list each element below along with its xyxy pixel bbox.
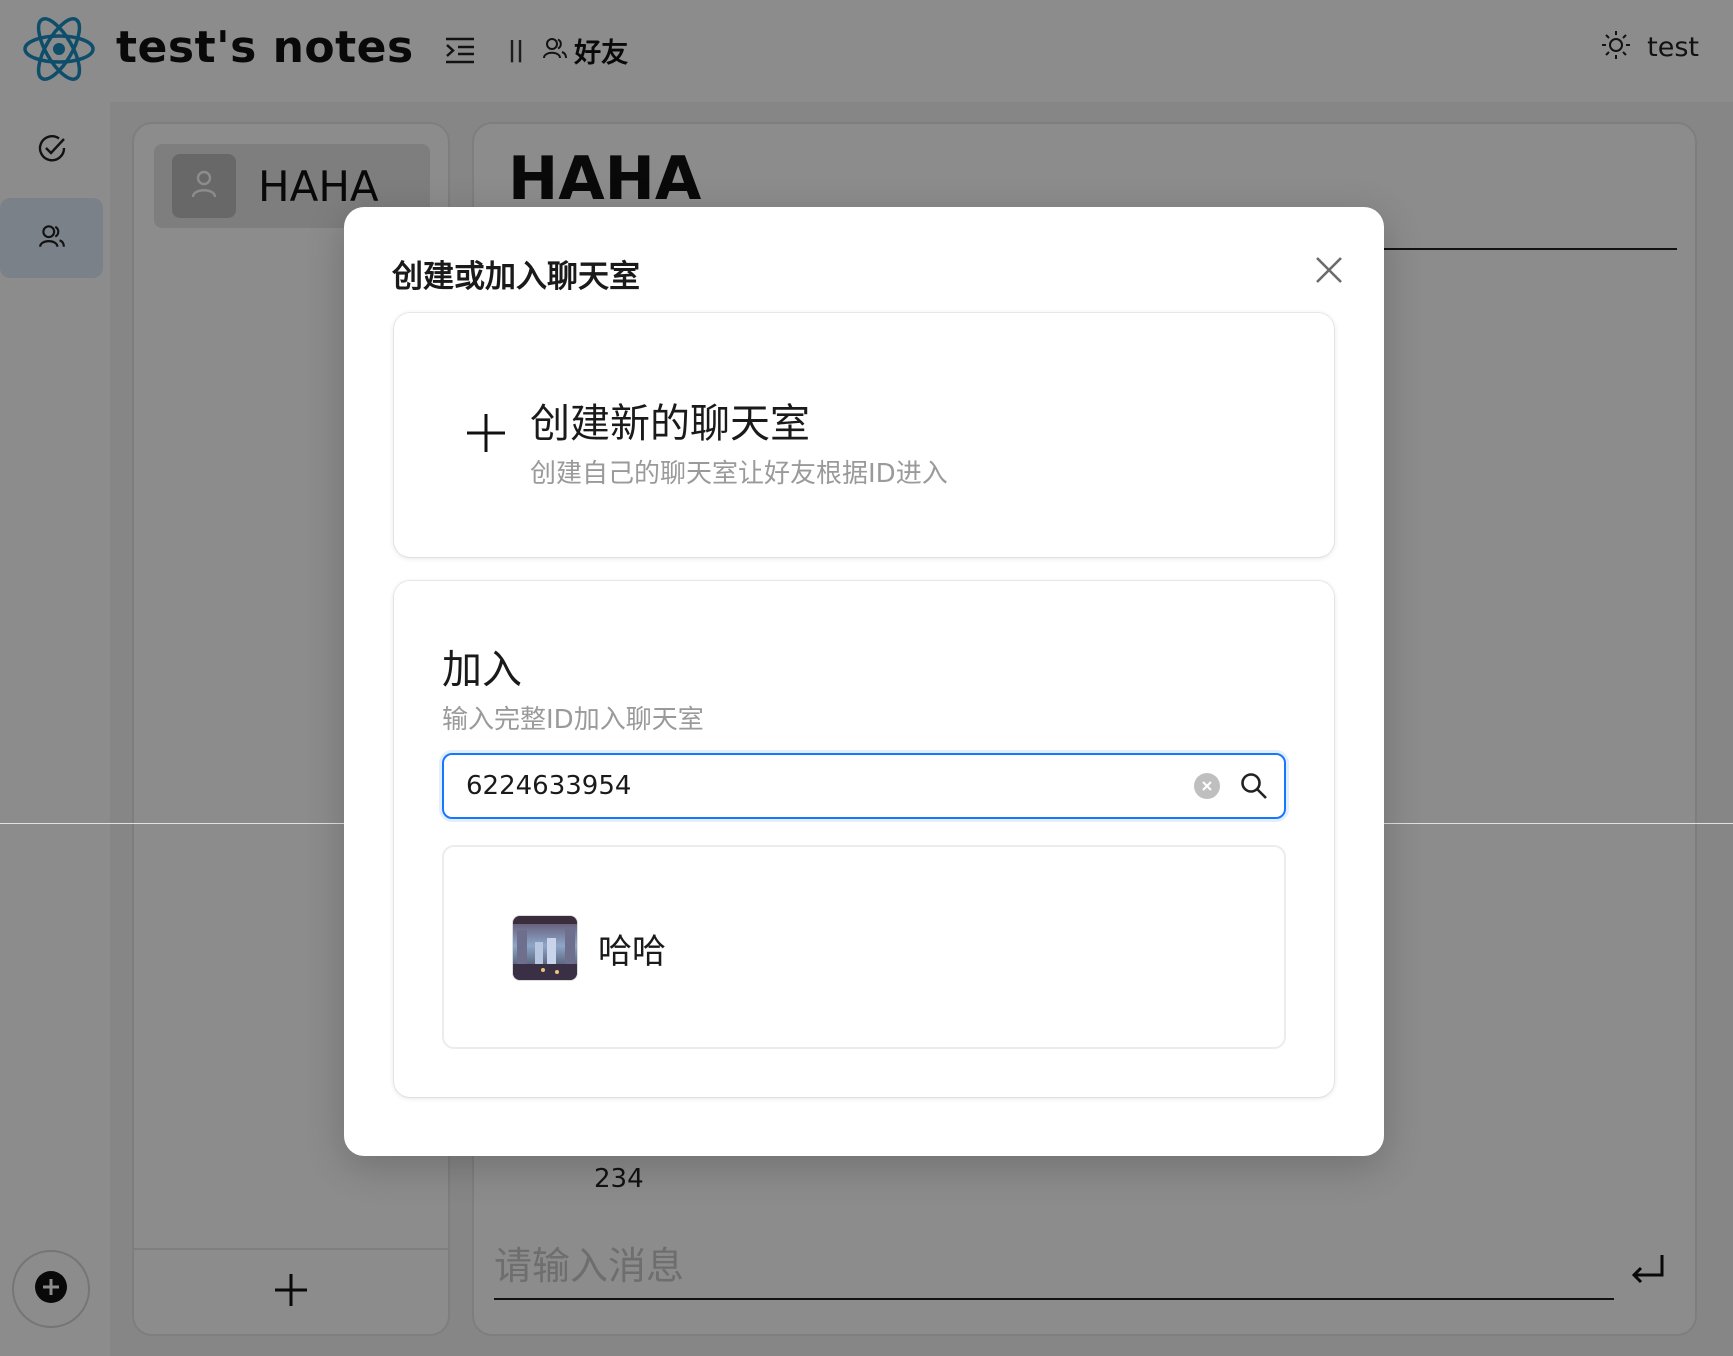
room-id-search-input[interactable]	[466, 755, 1194, 817]
plus-icon	[464, 411, 508, 455]
create-join-room-modal: 创建或加入聊天室 创建新的聊天室 创建自己的聊天室让好友根据ID进入 加入 输入…	[344, 207, 1384, 1156]
close-icon[interactable]	[1304, 245, 1354, 295]
join-room-description: 输入完整ID加入聊天室	[442, 705, 704, 735]
clear-circle-icon[interactable]	[1194, 773, 1220, 799]
search-icon[interactable]	[1238, 770, 1270, 802]
room-avatar-image	[512, 915, 578, 981]
modal-title: 创建或加入聊天室	[392, 259, 640, 295]
join-room-card: 加入 输入完整ID加入聊天室 6224633954 哈哈	[394, 581, 1334, 1097]
search-results: 哈哈	[442, 845, 1286, 1049]
room-id-search-box	[442, 753, 1286, 819]
search-result-item[interactable]: 哈哈	[512, 915, 666, 981]
create-room-card[interactable]: 创建新的聊天室 创建自己的聊天室让好友根据ID进入	[394, 313, 1334, 557]
create-room-description: 创建自己的聊天室让好友根据ID进入	[530, 459, 948, 489]
create-room-title: 创建新的聊天室	[530, 401, 810, 447]
search-result-name: 哈哈	[598, 931, 666, 972]
join-room-title: 加入	[442, 647, 522, 693]
